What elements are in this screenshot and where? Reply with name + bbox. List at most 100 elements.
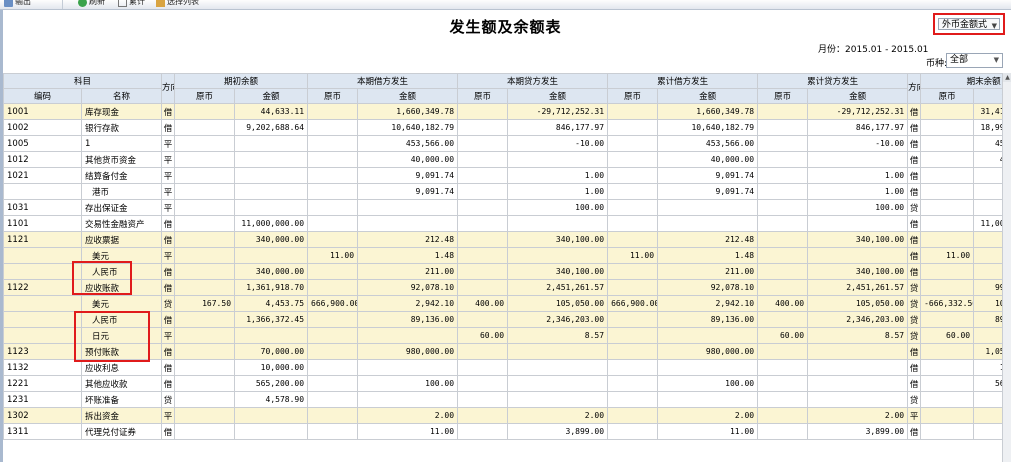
- original-currency-cell: [607, 343, 659, 360]
- table-row[interactable]: 1001 库存现金借 44,633.11 1,660,349.78 -29,712,25…: [3, 103, 1011, 120]
- original-currency-cell: [607, 215, 659, 232]
- scroll-up-icon[interactable]: ▲: [1003, 73, 1011, 82]
- amount-cell: [357, 199, 459, 216]
- amount-cell: [657, 327, 759, 344]
- table-row[interactable]: 1031存出保证金平100.00100.00贷100.00: [3, 199, 1011, 216]
- original-currency-cell: [174, 151, 236, 168]
- toolbar: 输出 刷新 累计 选择列表: [0, 0, 1011, 10]
- account-code: 1221: [3, 375, 82, 392]
- amount-cell: 2,346,203.00: [807, 311, 909, 328]
- table-row[interactable]: 1311代理兑付证券借11.003,899.0011.003,899.00借3,…: [3, 423, 1011, 440]
- original-currency-cell: [920, 423, 975, 440]
- closing-direction-cell: 借: [907, 247, 922, 264]
- original-currency-cell: [457, 407, 509, 424]
- closing-direction-cell: 贷: [907, 311, 922, 328]
- account-code: 1005: [3, 135, 82, 152]
- original-currency-cell: [757, 407, 809, 424]
- amount-cell: 70,000.00: [234, 343, 309, 360]
- table-row[interactable]: 日元平60.008.5760.008.57贷60.008.57: [3, 327, 1011, 344]
- direction-cell: 借: [161, 119, 176, 136]
- account-name: 交易性金融资产: [80, 215, 163, 232]
- closing-direction-cell: 借: [907, 151, 922, 168]
- table-row[interactable]: 1021结算备付金平9,091.741.009,091.741.00借9,090…: [3, 167, 1011, 184]
- table-row[interactable]: 美元平11.001.4811.001.48借11.001.48: [3, 247, 1011, 264]
- amount-cell: [807, 359, 909, 376]
- amount-cell: [357, 215, 459, 232]
- amount-cell: [234, 167, 309, 184]
- table-row[interactable]: 1002 银行存款借 9,202,688.64 10,640,182.79 846,17…: [3, 119, 1011, 136]
- direction-cell: 借: [161, 375, 176, 392]
- account-code: 1101: [3, 215, 82, 232]
- table-row[interactable]: 1121 应收票据借 340,000.00 212.48 340,100.00 212.4…: [3, 231, 1011, 248]
- original-currency-cell: [920, 407, 975, 424]
- format-select[interactable]: 外币金额式 ▼: [938, 18, 1000, 30]
- refresh-button[interactable]: 刷新: [78, 0, 105, 8]
- original-currency-cell: [457, 279, 509, 296]
- closing-direction-cell: 借: [907, 375, 922, 392]
- account-name: 美元: [80, 295, 163, 312]
- original-currency-cell: [307, 327, 359, 344]
- original-currency-cell: [174, 215, 236, 232]
- original-currency-cell: [920, 199, 975, 216]
- amount-cell: 100.00: [507, 199, 609, 216]
- amount-cell: 1.00: [807, 167, 909, 184]
- original-currency-cell: [174, 103, 236, 120]
- amount-cell: [234, 327, 309, 344]
- table-row[interactable]: 美元贷 167.50 4,453.75 666,900.00 2,942.10 400.0…: [3, 295, 1011, 312]
- table-row[interactable]: 1101交易性金融资产借11,000,000.00借11,000,000.00: [3, 215, 1011, 232]
- table-row[interactable]: 1132应收利息借10,000.00借10,000.00: [3, 359, 1011, 376]
- table-row[interactable]: 1123 预付账款借 70,000.00 980,000.00 980,000.00 借 1…: [3, 343, 1011, 360]
- table-row[interactable]: 10051平453,566.00-10.00453,566.00-10.00借4…: [3, 135, 1011, 152]
- original-currency-cell: [174, 183, 236, 200]
- amount-cell: [507, 151, 609, 168]
- output-button[interactable]: 输出: [4, 0, 31, 8]
- original-currency-cell: [757, 183, 809, 200]
- account-code: 1021: [3, 167, 82, 184]
- account-name: 应收利息: [80, 359, 163, 376]
- amount-cell: [657, 359, 759, 376]
- original-currency-cell: [174, 279, 236, 296]
- report-title: 发生额及余额表: [449, 18, 562, 36]
- choose-columns-button[interactable]: 选择列表: [156, 0, 199, 8]
- original-currency-cell: [607, 375, 659, 392]
- account-code: [3, 247, 82, 264]
- original-currency-cell: [920, 231, 975, 248]
- account-code: 1231: [3, 391, 82, 408]
- original-currency-cell: [757, 391, 809, 408]
- amount-cell: 100.00: [357, 375, 459, 392]
- original-currency-cell: [920, 359, 975, 376]
- original-currency-cell: [920, 375, 975, 392]
- amount-cell: 340,000.00: [234, 231, 309, 248]
- table-row[interactable]: 1122 应收账款借 1,361,918.70 92,078.10 2,451,261.…: [3, 279, 1011, 296]
- table-row[interactable]: 人民币借 1,366,372.45 89,136.00 2,346,203.00 89,…: [3, 311, 1011, 328]
- amount-cell: 340,100.00: [507, 231, 609, 248]
- original-currency-cell: [457, 167, 509, 184]
- account-code: 1012: [3, 151, 82, 168]
- vertical-scrollbar[interactable]: ▲: [1002, 73, 1011, 462]
- header-amount: 金额: [234, 88, 309, 104]
- table-row[interactable]: 人民币借 340,000.00 211.00 340,100.00 211.00 340,…: [3, 263, 1011, 280]
- table-row[interactable]: 1302 拆出资金平 2.00 2.00 2.00 2.00 平: [3, 407, 1011, 424]
- table-row[interactable]: 1221其他应收款借565,200.00100.00100.00借565,300…: [3, 375, 1011, 392]
- currency-select-value: 全部: [950, 55, 969, 65]
- table-row[interactable]: 1012其他货币资金平40,000.0040,000.00借40,000.00: [3, 151, 1011, 168]
- amount-cell: -10.00: [807, 135, 909, 152]
- original-currency-cell: [757, 135, 809, 152]
- original-currency-cell: 666,900.00: [307, 295, 359, 312]
- accumulate-button[interactable]: 累计: [118, 0, 145, 8]
- table-row[interactable]: 1231坏账准备贷4,578.90贷4,578.90: [3, 391, 1011, 408]
- original-currency-cell: [457, 375, 509, 392]
- original-currency-cell: [757, 423, 809, 440]
- original-currency-cell: 11.00: [607, 247, 659, 264]
- table-row[interactable]: 港币平9,091.741.009,091.741.00借9,090.74: [3, 183, 1011, 200]
- original-currency-cell: [607, 151, 659, 168]
- account-name: 存出保证金: [80, 199, 163, 216]
- account-name: 港币: [80, 183, 163, 200]
- original-currency-cell: [457, 343, 509, 360]
- direction-cell: 借: [161, 423, 176, 440]
- original-currency-cell: [757, 215, 809, 232]
- currency-select[interactable]: 全部 ▼: [946, 53, 1003, 68]
- original-currency-cell: 400.00: [457, 295, 509, 312]
- account-name: 银行存款: [80, 119, 163, 136]
- direction-cell: 借: [161, 343, 176, 360]
